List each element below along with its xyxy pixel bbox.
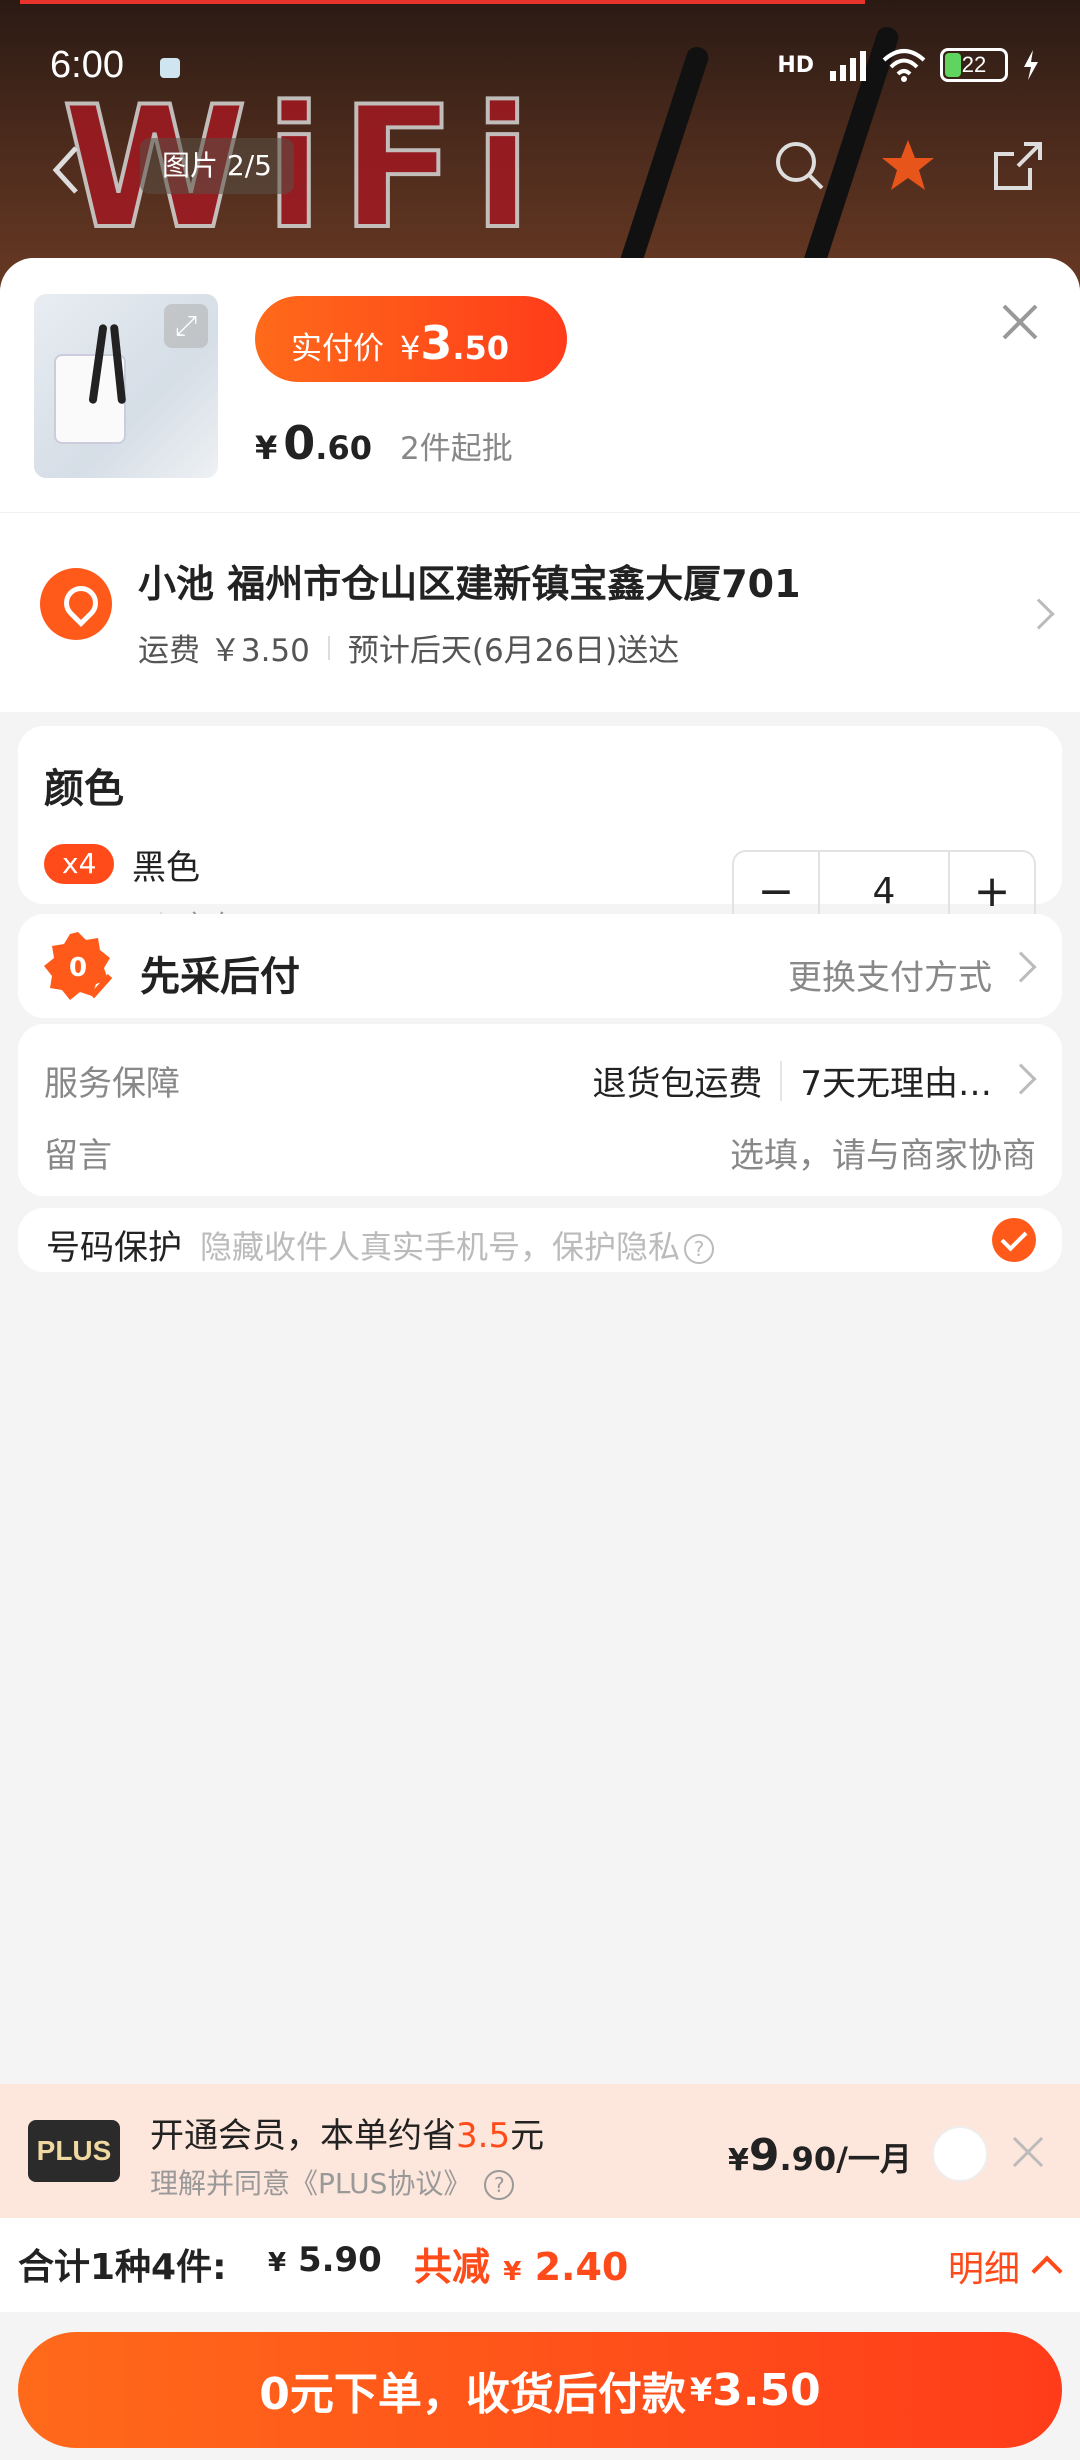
divider — [780, 1060, 783, 1101]
address-card[interactable]: 小池 福州市仓山区建新镇宝鑫大厦701 运费 ￥3.50 预计后天(6月26日)… — [0, 512, 1080, 712]
plus-price: ¥ 9 .90/一月 — [728, 2130, 912, 2181]
chevron-up-icon[interactable] — [1031, 2255, 1063, 2287]
currency-symbol: ¥ — [728, 2143, 749, 2178]
message-input[interactable]: 选填，请与商家协商 — [730, 1128, 1036, 1177]
privacy-desc-text: 隐藏收件人真实手机号，保护隐私 — [200, 1228, 681, 1266]
share-icon[interactable] — [988, 136, 1048, 196]
unit-price: ¥ 0 .60 2件起批 — [255, 416, 513, 470]
service-tag-return-shipping: 退货包运费 — [592, 1064, 763, 1104]
total-amount: ¥ 5.90 — [268, 2240, 382, 2280]
privacy-description: 隐藏收件人真实手机号，保护隐私? — [200, 1222, 715, 1268]
pay-later-icon: 0 — [44, 932, 113, 1000]
total-bar: 合计1种4件: ¥ 5.90 共减 ¥ 2.40 明细 — [0, 2218, 1080, 2312]
privacy-card: 号码保护 隐藏收件人真实手机号，保护隐私? — [18, 1208, 1062, 1272]
plus-price-decimal: .90/一月 — [779, 2140, 912, 2178]
currency-symbol: ¥ — [503, 2257, 522, 2287]
top-nav: 图片 2/5 — [0, 130, 1080, 210]
product-thumbnail[interactable]: ⤢ — [34, 294, 218, 478]
actual-price-decimal: .50 — [452, 329, 510, 367]
svg-text:0: 0 — [69, 953, 87, 983]
close-icon[interactable] — [996, 298, 1044, 346]
status-time: 6:00 — [50, 44, 124, 86]
signal-icon: HD — [777, 52, 814, 78]
help-icon[interactable]: ? — [684, 1234, 715, 1264]
minimum-order: 2件起批 — [399, 431, 513, 467]
address-line: 小池 福州市仓山区建新镇宝鑫大厦701 — [138, 562, 801, 606]
total-amount-value: 5.90 — [297, 2240, 382, 2280]
change-payment-link[interactable]: 更换支付方式 — [788, 950, 992, 999]
total-label: 合计1种4件: — [18, 2247, 227, 2288]
chevron-right-icon — [1005, 1063, 1037, 1095]
payment-title: 先采后付 — [140, 954, 300, 1000]
plus-logo: PLUS — [28, 2120, 120, 2182]
service-tags[interactable]: 退货包运费 7天无理由… — [592, 1056, 992, 1105]
search-icon[interactable] — [770, 136, 830, 196]
signal-bars-icon — [830, 51, 866, 81]
battery-level: 22 — [961, 52, 987, 77]
product-summary: ⤢ 实付价 ¥ 3 .50 ¥ 0 .60 2件起批 — [0, 258, 1080, 512]
detail-link[interactable]: 明细 — [948, 2240, 1020, 2292]
currency-symbol: ¥ — [689, 2371, 713, 2409]
message-label: 留言 — [44, 1136, 112, 1176]
actual-price-label: 实付价 — [291, 331, 384, 367]
expand-icon[interactable]: ⤢ — [164, 304, 208, 348]
payment-method-card[interactable]: 0 先采后付 更换支付方式 — [18, 914, 1062, 1018]
currency-symbol: ¥ — [255, 429, 278, 467]
plus-select-radio[interactable] — [932, 2126, 988, 2182]
currency-symbol: ¥ — [400, 329, 421, 367]
actual-price-integer: 3 — [420, 316, 453, 370]
service-tag-seven-day: 7天无理由… — [800, 1064, 992, 1104]
notification-icon — [160, 58, 180, 78]
privacy-label: 号码保护 — [46, 1228, 182, 1268]
currency-symbol: ¥ — [268, 2248, 287, 2278]
image-counter: 图片 2/5 — [140, 138, 294, 194]
close-icon[interactable] — [1010, 2134, 1046, 2170]
color-selection-card: 颜色 x4 黑色 ￥0.60 库存6491 − 4 + — [18, 726, 1062, 946]
unit-price-integer: 0 — [283, 416, 316, 470]
plus-price-integer: 9 — [748, 2130, 780, 2181]
privacy-checkbox[interactable] — [992, 1218, 1036, 1262]
delivery-estimate: 预计后天(6月26日)送达 — [347, 633, 680, 669]
plus-banner: PLUS 开通会员，本单约省3.5元 理解并同意《PLUS协议》 ? ¥ 9 .… — [0, 2084, 1080, 2218]
plus-offer-text: 开通会员，本单约省3.5元 — [150, 2108, 544, 2157]
plus-agreement-text[interactable]: 理解并同意《PLUS协议》 — [150, 2167, 471, 2200]
location-pin-icon — [40, 568, 112, 640]
actual-price-pill: 实付价 ¥ 3 .50 — [255, 296, 567, 382]
reduction-amount: 2.40 — [534, 2245, 629, 2289]
divider — [327, 635, 330, 660]
battery-icon: 22 — [940, 48, 1008, 82]
submit-amount: 3.50 — [712, 2364, 821, 2416]
shipping-fee: 运费 ￥3.50 — [138, 633, 310, 669]
chevron-right-icon — [1005, 951, 1037, 983]
charging-icon — [1024, 50, 1038, 80]
color-heading: 颜色 — [44, 766, 124, 812]
quantity-tag: x4 — [44, 844, 115, 884]
plus-save-amount: 3.5 — [456, 2116, 511, 2156]
plus-offer-suffix: 元 — [510, 2116, 545, 2156]
color-name: 黑色 — [132, 848, 200, 888]
wifi-icon — [882, 49, 926, 82]
unit-price-decimal: .60 — [315, 429, 372, 467]
submit-label: 0元下单，收货后付款 — [259, 2369, 686, 2420]
plus-agreement[interactable]: 理解并同意《PLUS协议》 ? — [150, 2162, 515, 2202]
status-bar: 6:00 HD 22 — [0, 0, 1080, 130]
plus-offer-prefix: 开通会员，本单约省 — [150, 2116, 456, 2156]
favorite-star-icon[interactable] — [878, 136, 938, 196]
back-arrow-icon[interactable] — [42, 140, 92, 200]
submit-order-button[interactable]: 0元下单，收货后付款 ¥ 3.50 — [18, 2332, 1062, 2448]
address-subline: 运费 ￥3.50 预计后天(6月26日)送达 — [138, 625, 679, 670]
service-card: 服务保障 退货包运费 7天无理由… 留言 选填，请与商家协商 — [18, 1024, 1062, 1196]
reduction-label: 共减 — [414, 2245, 491, 2289]
service-label: 服务保障 — [44, 1064, 180, 1104]
total-reduction: 共减 ¥ 2.40 — [414, 2236, 628, 2291]
help-icon[interactable]: ? — [484, 2170, 515, 2200]
chevron-right-icon — [1023, 598, 1055, 630]
